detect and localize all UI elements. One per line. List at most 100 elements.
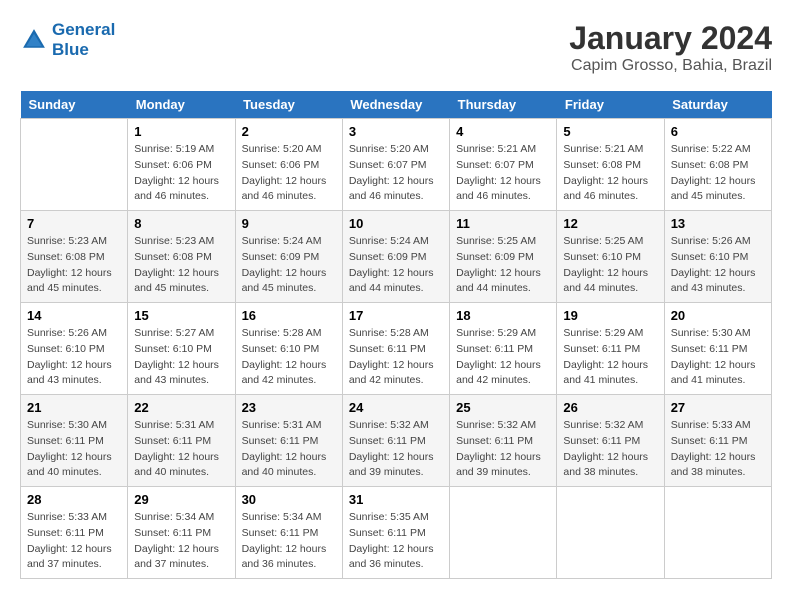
day-number: 7 bbox=[27, 216, 121, 231]
calendar-cell: 24 Sunrise: 5:32 AM Sunset: 6:11 PM Dayli… bbox=[342, 395, 449, 487]
day-info: Sunrise: 5:21 AM Sunset: 6:08 PM Dayligh… bbox=[563, 142, 657, 205]
day-number: 8 bbox=[134, 216, 228, 231]
day-number: 29 bbox=[134, 492, 228, 507]
day-info: Sunrise: 5:28 AM Sunset: 6:10 PM Dayligh… bbox=[242, 326, 336, 389]
calendar-cell: 14 Sunrise: 5:26 AM Sunset: 6:10 PM Dayli… bbox=[21, 303, 128, 395]
day-number: 3 bbox=[349, 124, 443, 139]
calendar-cell: 15 Sunrise: 5:27 AM Sunset: 6:10 PM Dayli… bbox=[128, 303, 235, 395]
day-info: Sunrise: 5:25 AM Sunset: 6:09 PM Dayligh… bbox=[456, 234, 550, 297]
day-info: Sunrise: 5:21 AM Sunset: 6:07 PM Dayligh… bbox=[456, 142, 550, 205]
week-row-2: 7 Sunrise: 5:23 AM Sunset: 6:08 PM Daylig… bbox=[21, 211, 772, 303]
day-info: Sunrise: 5:33 AM Sunset: 6:11 PM Dayligh… bbox=[671, 418, 765, 481]
day-number: 9 bbox=[242, 216, 336, 231]
calendar-cell: 4 Sunrise: 5:21 AM Sunset: 6:07 PM Daylig… bbox=[450, 119, 557, 211]
day-number: 14 bbox=[27, 308, 121, 323]
calendar-cell: 16 Sunrise: 5:28 AM Sunset: 6:10 PM Dayli… bbox=[235, 303, 342, 395]
calendar-cell: 31 Sunrise: 5:35 AM Sunset: 6:11 PM Dayli… bbox=[342, 487, 449, 579]
day-info: Sunrise: 5:35 AM Sunset: 6:11 PM Dayligh… bbox=[349, 510, 443, 573]
day-number: 31 bbox=[349, 492, 443, 507]
col-header-monday: Monday bbox=[128, 91, 235, 119]
title-block: January 2024 Capim Grosso, Bahia, Brazil bbox=[569, 20, 772, 75]
day-info: Sunrise: 5:31 AM Sunset: 6:11 PM Dayligh… bbox=[134, 418, 228, 481]
day-info: Sunrise: 5:32 AM Sunset: 6:11 PM Dayligh… bbox=[349, 418, 443, 481]
calendar-cell bbox=[557, 487, 664, 579]
calendar-cell: 27 Sunrise: 5:33 AM Sunset: 6:11 PM Dayli… bbox=[664, 395, 771, 487]
day-number: 13 bbox=[671, 216, 765, 231]
day-number: 11 bbox=[456, 216, 550, 231]
day-info: Sunrise: 5:30 AM Sunset: 6:11 PM Dayligh… bbox=[27, 418, 121, 481]
col-header-wednesday: Wednesday bbox=[342, 91, 449, 119]
day-number: 27 bbox=[671, 400, 765, 415]
calendar-cell: 18Sunrise: 5:29 AM Sunset: 6:11 PM Dayli… bbox=[450, 303, 557, 395]
day-info: Sunrise: 5:29 AM Sunset: 6:11 PM Dayligh… bbox=[563, 326, 657, 389]
calendar-cell: 11 Sunrise: 5:25 AM Sunset: 6:09 PM Dayli… bbox=[450, 211, 557, 303]
calendar-cell: 1Sunrise: 5:19 AM Sunset: 6:06 PM Daylig… bbox=[128, 119, 235, 211]
month-year: January 2024 bbox=[569, 20, 772, 57]
day-info: Sunrise: 5:32 AM Sunset: 6:11 PM Dayligh… bbox=[456, 418, 550, 481]
day-info: Sunrise: 5:24 AM Sunset: 6:09 PM Dayligh… bbox=[242, 234, 336, 297]
day-info: Sunrise: 5:29 AM Sunset: 6:11 PM Dayligh… bbox=[456, 326, 550, 389]
calendar-header-row: SundayMondayTuesdayWednesdayThursdayFrid… bbox=[21, 91, 772, 119]
day-info: Sunrise: 5:20 AM Sunset: 6:07 PM Dayligh… bbox=[349, 142, 443, 205]
day-info: Sunrise: 5:28 AM Sunset: 6:11 PM Dayligh… bbox=[349, 326, 443, 389]
calendar-cell: 3 Sunrise: 5:20 AM Sunset: 6:07 PM Daylig… bbox=[342, 119, 449, 211]
day-info: Sunrise: 5:32 AM Sunset: 6:11 PM Dayligh… bbox=[563, 418, 657, 481]
day-number: 21 bbox=[27, 400, 121, 415]
calendar-cell: 8 Sunrise: 5:23 AM Sunset: 6:08 PM Daylig… bbox=[128, 211, 235, 303]
day-number: 20 bbox=[671, 308, 765, 323]
calendar-cell: 10 Sunrise: 5:24 AM Sunset: 6:09 PM Dayli… bbox=[342, 211, 449, 303]
day-number: 2 bbox=[242, 124, 336, 139]
day-info: Sunrise: 5:20 AM Sunset: 6:06 PM Dayligh… bbox=[242, 142, 336, 205]
calendar-cell: 7 Sunrise: 5:23 AM Sunset: 6:08 PM Daylig… bbox=[21, 211, 128, 303]
calendar-cell: 25 Sunrise: 5:32 AM Sunset: 6:11 PM Dayli… bbox=[450, 395, 557, 487]
calendar-cell bbox=[450, 487, 557, 579]
page-header: General Blue January 2024 Capim Grosso, … bbox=[20, 20, 772, 75]
calendar-cell: 19 Sunrise: 5:29 AM Sunset: 6:11 PM Dayli… bbox=[557, 303, 664, 395]
day-number: 15 bbox=[134, 308, 228, 323]
week-row-4: 21 Sunrise: 5:30 AM Sunset: 6:11 PM Dayli… bbox=[21, 395, 772, 487]
calendar-table: SundayMondayTuesdayWednesdayThursdayFrid… bbox=[20, 91, 772, 579]
calendar-cell: 9 Sunrise: 5:24 AM Sunset: 6:09 PM Daylig… bbox=[235, 211, 342, 303]
col-header-tuesday: Tuesday bbox=[235, 91, 342, 119]
calendar-cell bbox=[664, 487, 771, 579]
day-number: 30 bbox=[242, 492, 336, 507]
week-row-5: 28Sunrise: 5:33 AM Sunset: 6:11 PM Dayli… bbox=[21, 487, 772, 579]
day-number: 28 bbox=[27, 492, 121, 507]
day-number: 4 bbox=[456, 124, 550, 139]
day-number: 25 bbox=[456, 400, 550, 415]
day-number: 10 bbox=[349, 216, 443, 231]
day-number: 26 bbox=[563, 400, 657, 415]
day-number: 16 bbox=[242, 308, 336, 323]
day-info: Sunrise: 5:34 AM Sunset: 6:11 PM Dayligh… bbox=[242, 510, 336, 573]
col-header-saturday: Saturday bbox=[664, 91, 771, 119]
calendar-cell: 20Sunrise: 5:30 AM Sunset: 6:11 PM Dayli… bbox=[664, 303, 771, 395]
day-info: Sunrise: 5:23 AM Sunset: 6:08 PM Dayligh… bbox=[134, 234, 228, 297]
calendar-cell: 29Sunrise: 5:34 AM Sunset: 6:11 PM Dayli… bbox=[128, 487, 235, 579]
day-info: Sunrise: 5:26 AM Sunset: 6:10 PM Dayligh… bbox=[671, 234, 765, 297]
calendar-cell: 26 Sunrise: 5:32 AM Sunset: 6:11 PM Dayli… bbox=[557, 395, 664, 487]
day-info: Sunrise: 5:25 AM Sunset: 6:10 PM Dayligh… bbox=[563, 234, 657, 297]
calendar-cell: 2 Sunrise: 5:20 AM Sunset: 6:06 PM Daylig… bbox=[235, 119, 342, 211]
day-info: Sunrise: 5:23 AM Sunset: 6:08 PM Dayligh… bbox=[27, 234, 121, 297]
day-info: Sunrise: 5:22 AM Sunset: 6:08 PM Dayligh… bbox=[671, 142, 765, 205]
calendar-cell bbox=[21, 119, 128, 211]
day-number: 22 bbox=[134, 400, 228, 415]
calendar-cell: 21 Sunrise: 5:30 AM Sunset: 6:11 PM Dayli… bbox=[21, 395, 128, 487]
logo-icon bbox=[20, 26, 48, 54]
calendar-cell: 30 Sunrise: 5:34 AM Sunset: 6:11 PM Dayli… bbox=[235, 487, 342, 579]
day-number: 24 bbox=[349, 400, 443, 415]
calendar-cell: 23Sunrise: 5:31 AM Sunset: 6:11 PM Dayli… bbox=[235, 395, 342, 487]
calendar-cell: 22 Sunrise: 5:31 AM Sunset: 6:11 PM Dayli… bbox=[128, 395, 235, 487]
day-number: 17 bbox=[349, 308, 443, 323]
day-info: Sunrise: 5:24 AM Sunset: 6:09 PM Dayligh… bbox=[349, 234, 443, 297]
day-number: 23 bbox=[242, 400, 336, 415]
day-number: 12 bbox=[563, 216, 657, 231]
day-number: 19 bbox=[563, 308, 657, 323]
day-info: Sunrise: 5:26 AM Sunset: 6:10 PM Dayligh… bbox=[27, 326, 121, 389]
col-header-sunday: Sunday bbox=[21, 91, 128, 119]
logo: General Blue bbox=[20, 20, 115, 60]
day-number: 5 bbox=[563, 124, 657, 139]
calendar-cell: 5 Sunrise: 5:21 AM Sunset: 6:08 PM Daylig… bbox=[557, 119, 664, 211]
col-header-friday: Friday bbox=[557, 91, 664, 119]
day-info: Sunrise: 5:27 AM Sunset: 6:10 PM Dayligh… bbox=[134, 326, 228, 389]
